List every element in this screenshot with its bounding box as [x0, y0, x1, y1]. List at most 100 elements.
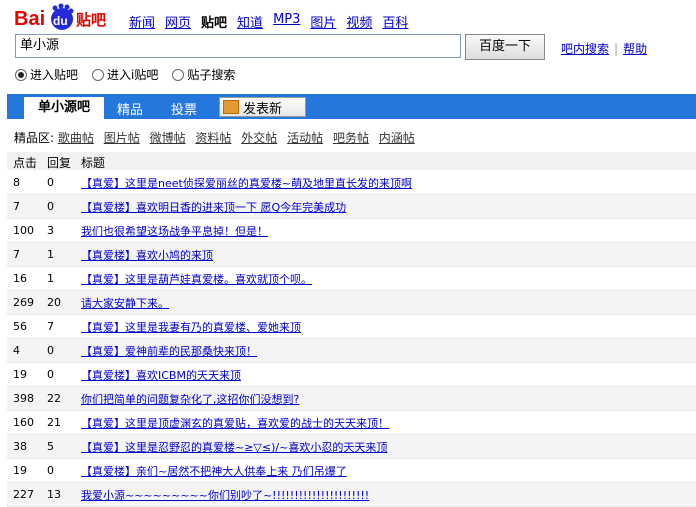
row-replies: 7: [47, 320, 54, 333]
row-replies: 0: [47, 176, 54, 189]
table-row: 56 7 【真爱】这里是我妻有乃的真爱楼、爱她来顶: [7, 315, 696, 339]
table-row: 269 20 请大家安静下来。: [7, 291, 696, 315]
table-row: 19 0 【真爱楼】喜欢ICBM的天天来顶: [7, 363, 696, 387]
row-replies: 5: [47, 440, 54, 453]
help-link[interactable]: 帮助: [623, 42, 647, 56]
filter-item[interactable]: 内涵帖: [379, 131, 415, 145]
edit-icon: [223, 100, 239, 114]
row-title-link[interactable]: 【真爱】这里是葫芦娃真爱楼。喜欢就顶个呗。: [81, 271, 312, 287]
table-row: 100 3 我们也很希望这场战争平息掉！但是！: [7, 219, 696, 243]
nav-video[interactable]: 视频: [346, 12, 372, 31]
inner-search-link[interactable]: 吧内搜索: [561, 42, 609, 56]
tab-forum-home[interactable]: 单小源吧: [24, 97, 104, 119]
row-replies: 22: [47, 392, 61, 405]
top-nav: 新闻 网页 贴吧 知道 MP3 图片 视频 百科: [129, 12, 408, 31]
row-title-link[interactable]: 【真爱】这里是neet侦探爱丽丝的真爱楼~萌及地里直长发的来顶啊: [81, 175, 412, 191]
row-clicks: 4: [13, 344, 20, 357]
row-title-link[interactable]: 请大家安静下来。: [81, 295, 169, 311]
svg-text:贴吧: 贴吧: [76, 11, 106, 29]
nav-mp3[interactable]: MP3: [273, 12, 300, 31]
featured-filters: 精品区: 歌曲帖 图片帖 微博帖 资料帖 外交帖 活动帖 吧务帖 内涵帖: [14, 129, 421, 146]
row-clicks: 160: [13, 416, 34, 429]
table-row: 19 0 【真爱楼】亲们~居然不把神大人供奉上来 乃们吊爆了: [7, 459, 696, 483]
radio-post-search[interactable]: 贴子搜索: [172, 66, 235, 83]
radio-checked-icon: [15, 68, 27, 81]
thread-list: 8 0 【真爱】这里是neet侦探爱丽丝的真爱楼~萌及地里直长发的来顶啊 7 0 【真爱楼…: [7, 171, 696, 507]
row-replies: 0: [47, 200, 54, 213]
tab-featured[interactable]: 精品: [117, 99, 143, 118]
table-row: 38 5 【真爱】这里是忍野忍的真爱楼~≥▽≤)/~喜欢小忍的天天来顶: [7, 435, 696, 459]
row-replies: 0: [47, 344, 54, 357]
nav-images[interactable]: 图片: [310, 12, 336, 31]
radio-enter-tieba[interactable]: 进入贴吧: [15, 66, 78, 83]
table-row: 398 22 你们把简单的问题复杂化了,这招你们没想到?: [7, 387, 696, 411]
row-title-link[interactable]: 【真爱楼】喜欢ICBM的天天来顶: [81, 367, 241, 383]
row-title-link[interactable]: 【真爱楼】亲们~居然不把神大人供奉上来 乃们吊爆了: [81, 463, 347, 479]
row-replies: 1: [47, 248, 54, 261]
row-replies: 20: [47, 296, 61, 309]
row-title-link[interactable]: 你们把简单的问题复杂化了,这招你们没想到?: [81, 391, 299, 407]
table-row: 4 0 【真爱】爱神前辈的民那桑快来顶！: [7, 339, 696, 363]
row-replies: 0: [47, 464, 54, 477]
svg-text:du: du: [53, 14, 68, 28]
row-clicks: 16: [13, 272, 27, 285]
nav-baike[interactable]: 百科: [382, 12, 408, 31]
tab-bar: 单小源吧 精品 投票 发表新: [7, 94, 696, 119]
header-replies: 回复: [47, 156, 72, 170]
nav-web[interactable]: 网页: [165, 12, 191, 31]
tab-vote[interactable]: 投票: [171, 99, 197, 118]
table-row: 160 21 【真爱】这里是顶虚渊玄的真爱贴，喜欢爱的战士的天天来顶！: [7, 411, 696, 435]
row-clicks: 100: [13, 224, 34, 237]
filter-item[interactable]: 资料帖: [195, 131, 231, 145]
header-title: 标题: [81, 156, 106, 170]
row-title-link[interactable]: 我爱小源~~~~~~~~~你们别吵了~!!!!!!!!!!!!!!!!!!!!!…: [81, 487, 369, 503]
search-button[interactable]: 百度一下: [465, 34, 545, 60]
table-header: 点击 回复 标题: [7, 152, 696, 170]
new-post-button[interactable]: 发表新: [219, 97, 306, 117]
filter-item[interactable]: 微博帖: [150, 131, 186, 145]
table-row: 7 0 【真爱楼】喜欢明日香的进来顶一下 愿Q今年完美成功: [7, 195, 696, 219]
row-clicks: 56: [13, 320, 27, 333]
row-clicks: 7: [13, 248, 20, 261]
row-title-link[interactable]: 【真爱楼】喜欢明日香的进来顶一下 愿Q今年完美成功: [81, 199, 346, 215]
row-clicks: 398: [13, 392, 34, 405]
row-title-link[interactable]: 【真爱楼】喜欢小鸠的来顶: [81, 247, 213, 263]
row-title-link[interactable]: 我们也很希望这场战争平息掉！但是！: [81, 223, 268, 239]
table-row: 7 1 【真爱楼】喜欢小鸠的来顶: [7, 243, 696, 267]
radio-enter-itieba[interactable]: 进入i贴吧: [92, 66, 158, 83]
baidu-logo[interactable]: Bai du 贴吧: [14, 3, 114, 33]
filter-item[interactable]: 图片帖: [104, 131, 140, 145]
row-clicks: 269: [13, 296, 34, 309]
search-mode-radios: 进入贴吧 进入i贴吧 贴子搜索: [15, 66, 235, 83]
filter-item[interactable]: 歌曲帖: [58, 131, 94, 145]
filter-prefix: 精品区:: [14, 131, 55, 145]
row-title-link[interactable]: 【真爱】这里是忍野忍的真爱楼~≥▽≤)/~喜欢小忍的天天来顶: [81, 439, 387, 455]
radio-icon: [172, 68, 185, 81]
row-title-link[interactable]: 【真爱】这里是我妻有乃的真爱楼、爱她来顶: [81, 319, 301, 335]
row-replies: 21: [47, 416, 61, 429]
row-clicks: 8: [13, 176, 20, 189]
filter-item[interactable]: 活动帖: [287, 131, 323, 145]
nav-news[interactable]: 新闻: [129, 12, 155, 31]
nav-zhidao[interactable]: 知道: [237, 12, 263, 31]
table-row: 8 0 【真爱】这里是neet侦探爱丽丝的真爱楼~萌及地里直长发的来顶啊: [7, 171, 696, 195]
header-links: 吧内搜索 | 帮助: [561, 42, 648, 56]
row-clicks: 19: [13, 464, 27, 477]
row-title-link[interactable]: 【真爱】爱神前辈的民那桑快来顶！: [81, 343, 257, 359]
row-replies: 1: [47, 272, 54, 285]
nav-tieba: 贴吧: [201, 16, 228, 31]
table-row: 227 13 我爱小源~~~~~~~~~你们别吵了~!!!!!!!!!!!!!!!!…: [7, 483, 696, 507]
row-replies: 0: [47, 368, 54, 381]
svg-text:Bai: Bai: [14, 8, 45, 30]
row-replies: 3: [47, 224, 54, 237]
radio-icon: [92, 68, 105, 81]
header-clicks: 点击: [13, 156, 38, 170]
filter-item[interactable]: 吧务帖: [333, 131, 369, 145]
row-title-link[interactable]: 【真爱】这里是顶虚渊玄的真爱贴，喜欢爱的战士的天天来顶！: [81, 415, 389, 431]
filter-item[interactable]: 外交帖: [241, 131, 277, 145]
row-clicks: 38: [13, 440, 27, 453]
row-clicks: 7: [13, 200, 20, 213]
row-clicks: 19: [13, 368, 27, 381]
table-row: 16 1 【真爱】这里是葫芦娃真爱楼。喜欢就顶个呗。: [7, 267, 696, 291]
search-input[interactable]: 单小源: [15, 34, 461, 58]
